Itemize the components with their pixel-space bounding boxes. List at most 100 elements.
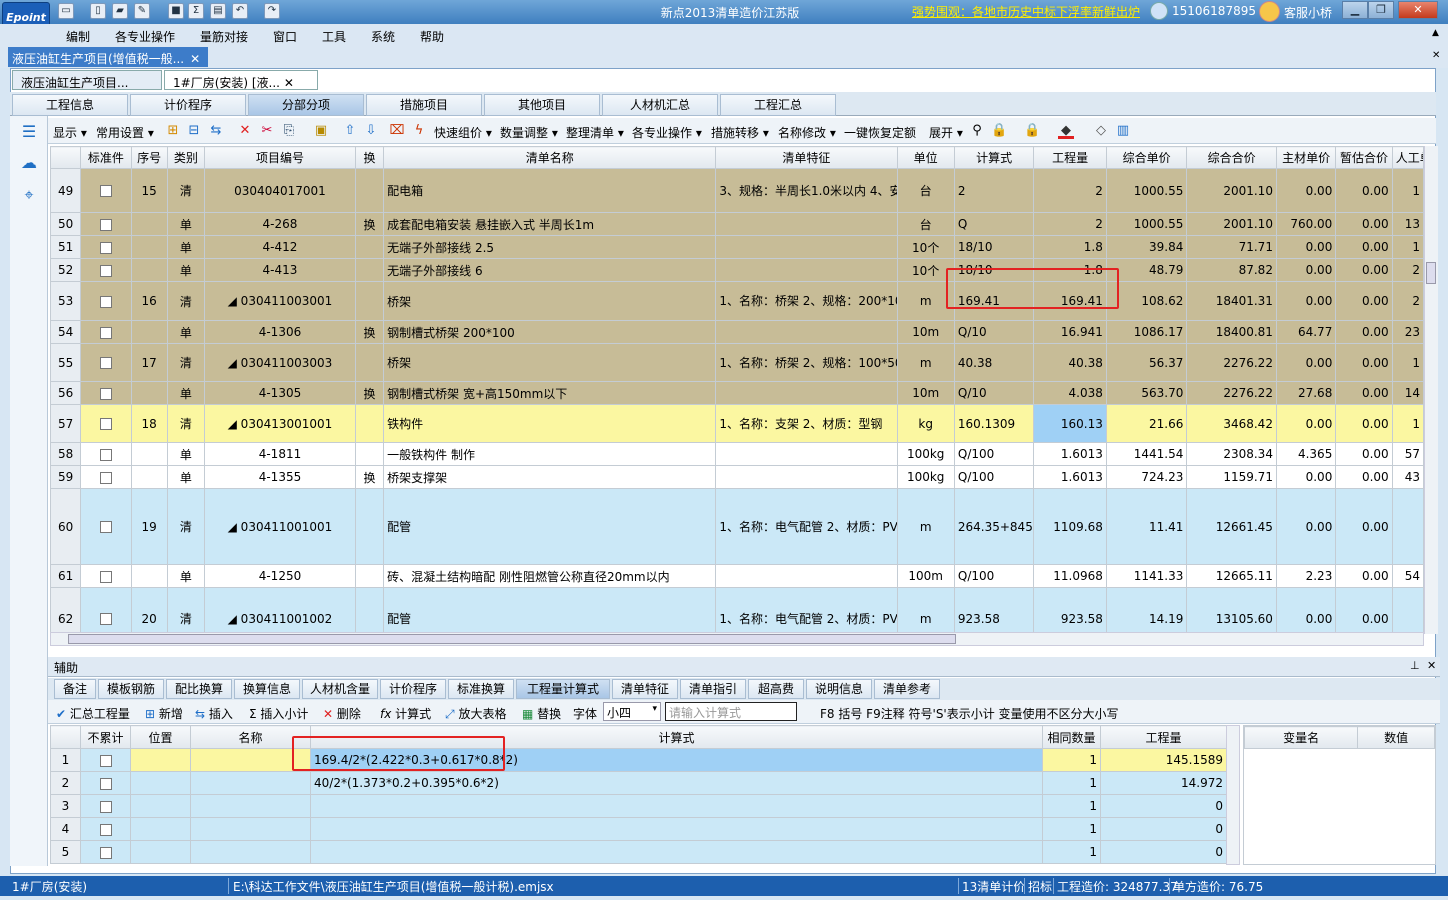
expr-cell-pos[interactable] <box>130 748 191 772</box>
lightning-icon[interactable]: ϟ <box>411 123 427 139</box>
cell-lab[interactable]: 43 <box>1391 465 1424 489</box>
cell-expr[interactable]: Q/100 <box>953 465 1035 489</box>
grid-vertical-scroll-thumb[interactable] <box>1426 262 1436 284</box>
expr-row[interactable]: 1 169.4/2*(2.422*0.3+0.617*0.8*2) 1 145.158… <box>50 748 1226 772</box>
grid-vertical-scrollbar[interactable] <box>1424 146 1438 634</box>
cell-mp[interactable]: 0.00 <box>1275 343 1337 382</box>
cell-seq[interactable]: 15 <box>130 168 168 213</box>
cell-huan[interactable]: 换 <box>354 320 385 344</box>
rename-button[interactable]: 名称修改 ▾ <box>778 124 836 141</box>
cell-seq[interactable] <box>130 235 168 259</box>
aux-tab-0[interactable]: 备注 <box>54 679 96 699</box>
cell-qty[interactable]: 923.58 <box>1033 587 1107 632</box>
cell-seq[interactable] <box>130 564 168 588</box>
paste-icon[interactable]: ▣ <box>313 123 329 139</box>
table-row[interactable]: 62 20清◢ 030411001002 配管1、名称：电气配管 2、材质：PVC … <box>50 587 1424 632</box>
eraser-icon[interactable]: ◇ <box>1093 123 1109 139</box>
find-icon[interactable]: ⚲ <box>969 123 985 139</box>
aux-close-icon[interactable]: ✕ <box>1427 659 1436 672</box>
aux-tab-1[interactable]: 模板钢筋 <box>98 679 164 699</box>
cell-qty[interactable]: 2 <box>1033 168 1107 213</box>
aux-tab-9[interactable]: 清单指引 <box>680 679 746 699</box>
measure-transfer-button[interactable]: 措施转移 ▾ <box>711 124 769 141</box>
cell-qty[interactable]: 1.6013 <box>1033 442 1107 466</box>
cell-huan[interactable]: 换 <box>354 212 385 236</box>
menu-system[interactable]: 系统 <box>371 28 395 45</box>
checkbox[interactable] <box>99 471 112 484</box>
cell-tp[interactable]: 13105.60 <box>1186 587 1277 632</box>
cell-huan[interactable] <box>354 281 385 321</box>
expr-cell-qty[interactable]: 0 <box>1100 817 1226 841</box>
quick-group-button[interactable]: 快速组价 ▾ <box>434 124 492 141</box>
standard-part-checkbox[interactable] <box>80 258 132 282</box>
checkbox[interactable] <box>99 521 112 533</box>
cell-unit[interactable]: 10个 <box>896 235 955 259</box>
table-row[interactable]: 56 单 4-1305 换钢制槽式桥架 宽+高150mm以下 10m Q/10 4.038 5… <box>50 381 1424 405</box>
cell-feat[interactable]: 1、名称：桥架 2、规格：100*50 <box>715 343 898 382</box>
checkbox[interactable] <box>99 218 112 231</box>
cell-n[interactable]: 54 <box>50 320 82 344</box>
no-accumulate-checkbox[interactable] <box>99 846 112 859</box>
expr-cell-qty[interactable]: 14.972 <box>1100 771 1226 795</box>
cell-ep[interactable]: 0.00 <box>1335 320 1393 344</box>
expr-cell-cb[interactable] <box>80 794 131 818</box>
common-settings-button[interactable]: 常用设置 ▾ <box>96 124 154 141</box>
cell-unit[interactable]: 100kg <box>896 442 955 466</box>
cell-type[interactable]: 单 <box>166 465 205 489</box>
expr-cell-n[interactable]: 3 <box>50 794 81 818</box>
cell-expr[interactable]: 40.38 <box>953 343 1035 382</box>
grid-col-header[interactable]: 综合合价 <box>1186 146 1277 169</box>
cell-qty[interactable]: 40.38 <box>1033 343 1107 382</box>
cell-name[interactable]: 砖、混凝土结构暗配 刚性阻燃管公称直径20mm以内 <box>383 564 717 588</box>
expr-input[interactable]: 请输入计算式 <box>665 702 797 721</box>
expr-col-header[interactable] <box>50 725 81 749</box>
replace-button[interactable]: ▦ 替换 <box>522 705 561 722</box>
cell-unit[interactable]: 10m <box>896 320 955 344</box>
cell-ep[interactable]: 0.00 <box>1335 404 1393 443</box>
cell-code[interactable]: ◢ 030411003003 <box>203 343 356 382</box>
cell-seq[interactable]: 20 <box>130 587 168 632</box>
cell-lab[interactable]: 23 <box>1391 320 1424 344</box>
close-icon[interactable]: ✕ <box>1398 1 1438 19</box>
cell-up[interactable]: 21.66 <box>1105 404 1188 443</box>
open-folder-icon[interactable]: ▰ <box>112 3 128 19</box>
menu-specialty[interactable]: 各专业操作 <box>115 28 175 45</box>
cloud-icon[interactable]: ☁ <box>18 152 40 174</box>
cell-seq[interactable] <box>130 381 168 405</box>
copy-icon[interactable]: ⎘ <box>281 123 297 139</box>
cell-mp[interactable]: 0.00 <box>1275 587 1337 632</box>
cell-type[interactable]: 清 <box>166 281 205 321</box>
cell-n[interactable]: 60 <box>50 488 82 565</box>
cell-type[interactable]: 清 <box>166 404 205 443</box>
cell-expr[interactable]: Q/10 <box>953 320 1035 344</box>
save-icon[interactable]: ■ <box>168 3 184 19</box>
table-row[interactable]: 57 18 清 ◢ 030413001001 铁构件 1、名称：支架 2、材质：型钢 kg 1… <box>50 404 1424 443</box>
aux-tab-8[interactable]: 清单特征 <box>612 679 678 699</box>
cell-huan[interactable] <box>354 258 385 282</box>
insert-sub-icon[interactable]: ⊟ <box>186 123 202 139</box>
lock2-icon[interactable]: 🔒 <box>1024 123 1040 139</box>
menu-help[interactable]: 帮助 <box>420 28 444 45</box>
cell-qty[interactable]: 4.038 <box>1033 381 1107 405</box>
cell-type[interactable]: 单 <box>166 564 205 588</box>
cell-unit[interactable]: m <box>896 343 955 382</box>
cell-unit[interactable]: 10m <box>896 381 955 405</box>
grid-col-header[interactable]: 单位 <box>896 146 955 169</box>
cut-icon[interactable]: ✂ <box>259 123 275 139</box>
cell-n[interactable]: 62 <box>50 587 82 632</box>
checkbox[interactable] <box>99 357 112 369</box>
cell-name[interactable]: 桥架 <box>383 343 717 382</box>
summary-qty-button[interactable]: ✔ 汇总工程量 <box>56 705 130 722</box>
cell-code[interactable]: 4-1306 <box>203 320 356 344</box>
cell-seq[interactable] <box>130 320 168 344</box>
menu-window[interactable]: 窗口 <box>273 28 297 45</box>
delete-icon[interactable]: ✕ <box>237 123 253 139</box>
cell-up[interactable]: 1000.55 <box>1105 212 1188 236</box>
cell-seq[interactable] <box>130 465 168 489</box>
cell-ep[interactable]: 0.00 <box>1335 488 1393 565</box>
standard-part-checkbox[interactable] <box>80 343 132 382</box>
grid-col-header[interactable]: 暂估合价 <box>1335 146 1393 169</box>
expr-cell-n[interactable]: 2 <box>50 771 81 795</box>
cell-tp[interactable]: 12665.11 <box>1186 564 1277 588</box>
standard-part-checkbox[interactable] <box>80 404 132 443</box>
